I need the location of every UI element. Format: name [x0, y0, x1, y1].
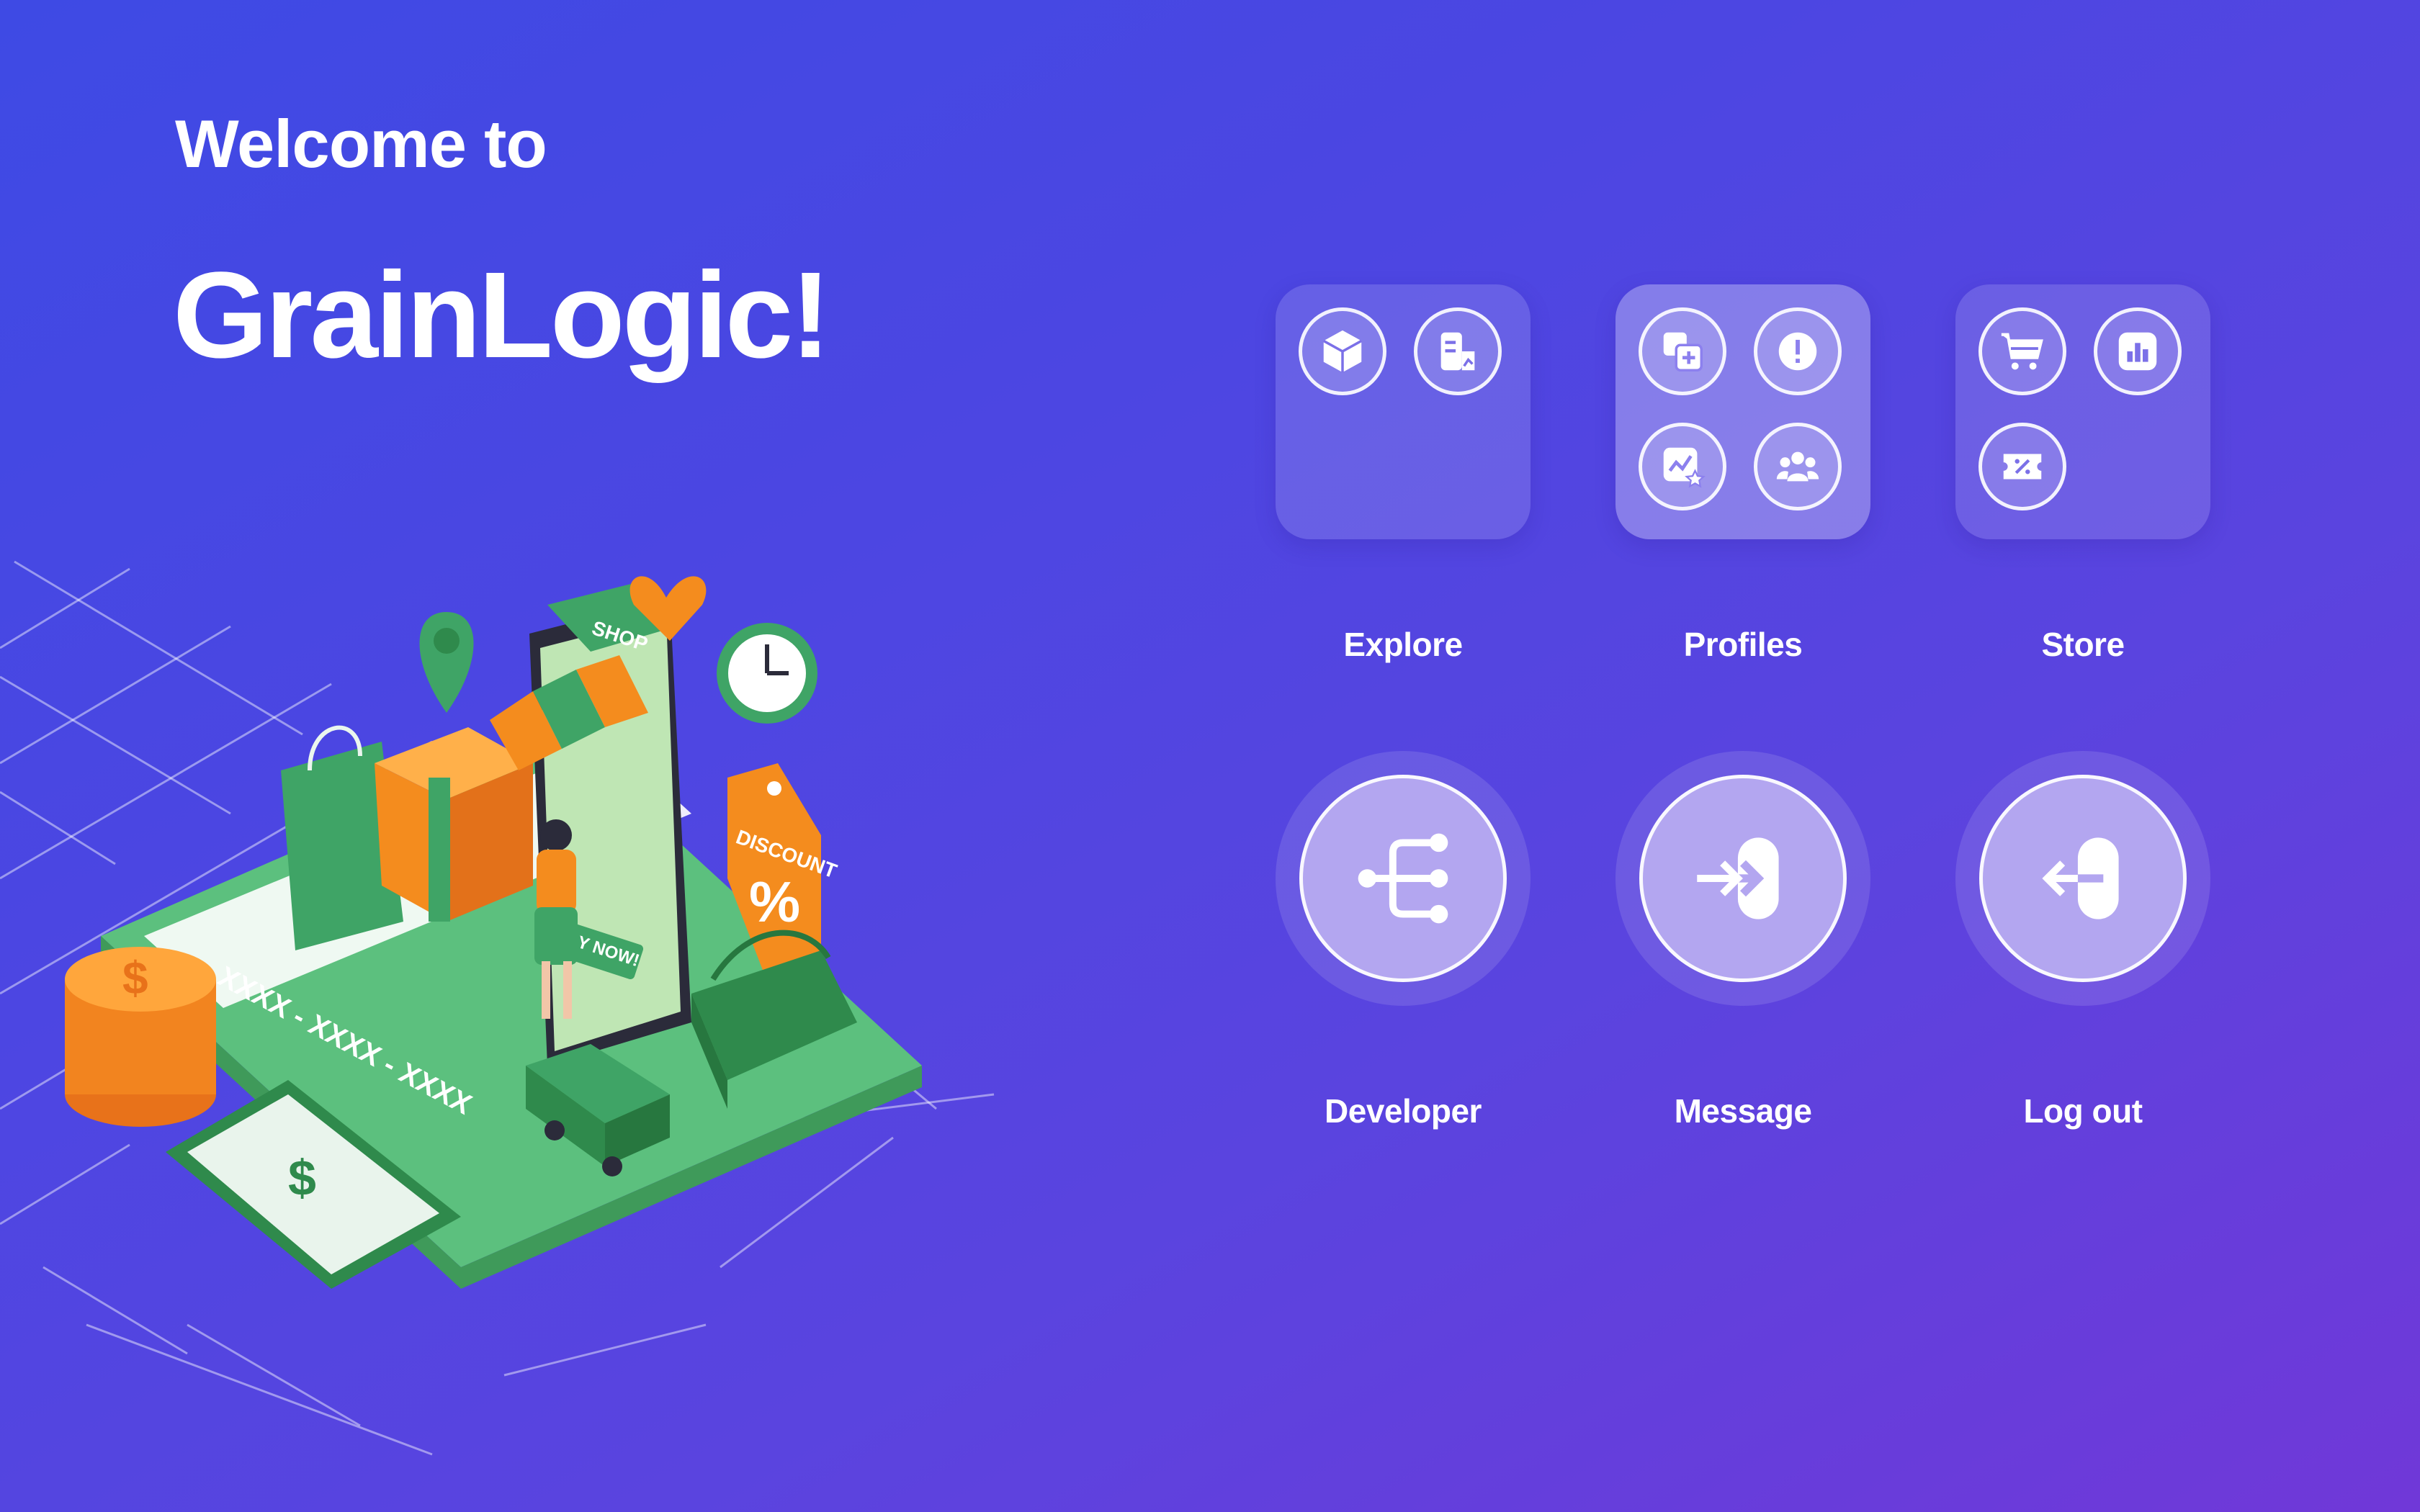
logout-label[interactable]: Log out [1955, 1092, 2210, 1130]
developer-button[interactable] [1276, 751, 1531, 1006]
tree-branch-icon [1358, 833, 1448, 924]
explore-label[interactable]: Explore [1276, 625, 1531, 664]
box-icon[interactable] [1299, 307, 1386, 395]
explore-tile[interactable] [1276, 284, 1531, 539]
message-button-inner[interactable] [1639, 775, 1847, 982]
coupon-icon[interactable] [1978, 423, 2066, 510]
welcome-text: Welcome to [175, 106, 547, 181]
chart-star-icon[interactable] [1639, 423, 1726, 510]
gift-box [375, 727, 533, 922]
message-button[interactable] [1615, 751, 1870, 1006]
copy-add-icon[interactable] [1639, 307, 1726, 395]
group-icon[interactable] [1754, 423, 1842, 510]
coin-stack: $ [65, 947, 216, 1127]
logout-button[interactable] [1955, 751, 2210, 1006]
developer-label[interactable]: Developer [1276, 1092, 1531, 1130]
svg-text:$: $ [122, 952, 148, 1004]
shopping-illustration: XXXX - XXXX - XXXX $ $ SHOP Y NOW! DISCO… [0, 560, 995, 1456]
message-label[interactable]: Message [1615, 1092, 1870, 1130]
alert-icon[interactable] [1754, 307, 1842, 395]
store-label[interactable]: Store [1955, 625, 2210, 664]
profiles-tile[interactable] [1615, 284, 1870, 539]
developer-button-inner[interactable] [1299, 775, 1507, 982]
clock-icon [717, 623, 817, 724]
svg-text:$: $ [288, 1150, 316, 1206]
logout-button-inner[interactable] [1979, 775, 2187, 982]
location-pin-icon [419, 612, 474, 713]
brand-title: GrainLogic! [173, 247, 831, 384]
bar-chart-icon[interactable] [2094, 307, 2182, 395]
login-icon [1697, 837, 1779, 919]
cart-icon[interactable] [1978, 307, 2066, 395]
logout-icon [2042, 837, 2119, 919]
store-tile[interactable] [1955, 284, 2210, 539]
profiles-label[interactable]: Profiles [1615, 625, 1870, 664]
document-chart-icon[interactable] [1414, 307, 1502, 395]
svg-text:%: % [749, 870, 800, 934]
